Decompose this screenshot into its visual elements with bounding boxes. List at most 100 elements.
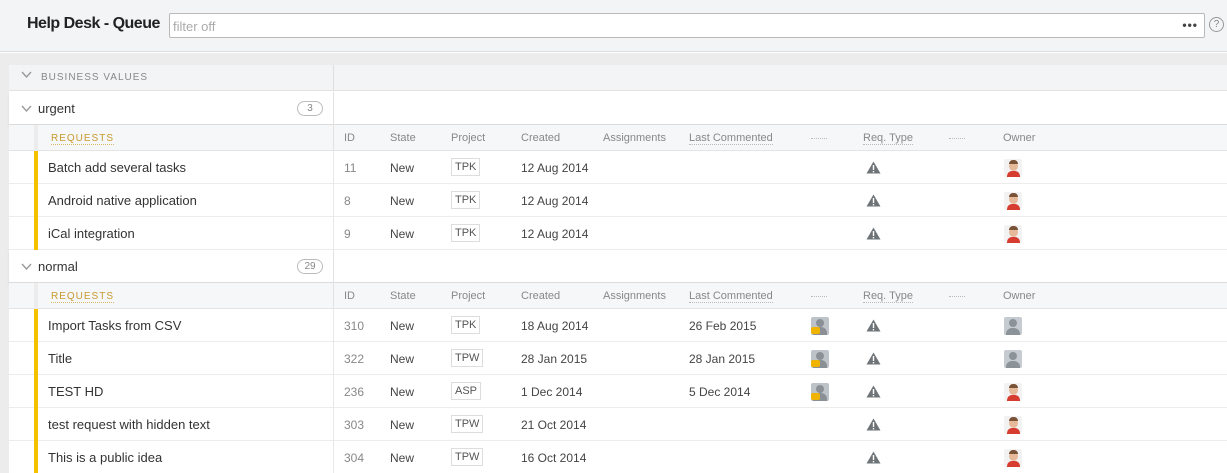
request-state[interactable]: New	[390, 352, 414, 366]
column-state[interactable]: State	[390, 132, 416, 144]
owner-avatar-icon[interactable]	[1004, 159, 1022, 177]
request-name-link[interactable]: iCal integration	[48, 226, 135, 241]
request-state[interactable]: New	[390, 385, 414, 399]
warning-icon[interactable]	[866, 319, 881, 337]
filter-input[interactable]	[173, 17, 1173, 35]
column-id[interactable]: ID	[344, 132, 355, 144]
column-owner[interactable]: Owner	[1003, 290, 1035, 302]
table-row[interactable]: Batch add several tasks 11 New TPK 12 Aug 20…	[9, 151, 1227, 184]
column-assignments[interactable]: Assignments	[603, 290, 666, 302]
warning-icon[interactable]	[866, 418, 881, 436]
request-id: 9	[344, 227, 351, 241]
column-id[interactable]: ID	[344, 290, 355, 302]
assigned-user-icon[interactable]	[811, 383, 829, 401]
column-spacer[interactable]	[811, 296, 827, 297]
request-name-link[interactable]: Batch add several tasks	[48, 160, 186, 175]
chevron-down-icon[interactable]	[21, 71, 32, 82]
column-owner[interactable]: Owner	[1003, 132, 1035, 144]
created-date: 12 Aug 2014	[521, 161, 589, 175]
project-badge[interactable]: TPW	[451, 448, 484, 466]
group-count-badge: 29	[297, 259, 323, 274]
request-name-link[interactable]: This is a public idea	[48, 450, 162, 465]
column-project[interactable]: Project	[451, 290, 485, 302]
request-name-link[interactable]: test request with hidden text	[48, 417, 210, 432]
request-state[interactable]: New	[390, 227, 414, 241]
last-commented-date: 26 Feb 2015	[689, 319, 757, 333]
owner-avatar-icon[interactable]	[1004, 416, 1022, 434]
request-id: 8	[344, 194, 351, 208]
chevron-down-icon[interactable]	[21, 263, 32, 274]
project-badge[interactable]: TPW	[451, 349, 484, 367]
column-created[interactable]: Created	[521, 290, 560, 302]
request-state[interactable]: New	[390, 319, 414, 333]
table-row[interactable]: TEST HD 236 New ASP 1 Dec 2014 5 Dec 2014	[9, 375, 1227, 408]
project-badge[interactable]: TPK	[451, 158, 481, 176]
column-requests[interactable]: REQUESTS	[51, 133, 115, 145]
request-state[interactable]: New	[390, 451, 414, 465]
column-header-row: REQUESTS ID State Project Created Assignments…	[9, 125, 1227, 151]
project-badge[interactable]: ASP	[451, 382, 482, 400]
request-id: 236	[344, 385, 365, 399]
table-row[interactable]: iCal integration 9 New TPK 12 Aug 2014	[9, 217, 1227, 250]
request-name-link[interactable]: Android native application	[48, 193, 197, 208]
project-badge[interactable]: TPW	[451, 415, 484, 433]
help-icon[interactable]: ?	[1209, 17, 1224, 32]
priority-bar	[34, 375, 38, 408]
owner-avatar-icon[interactable]	[1004, 317, 1022, 335]
assigned-user-icon[interactable]	[811, 317, 829, 335]
column-spacer[interactable]	[811, 138, 827, 139]
warning-icon[interactable]	[866, 227, 881, 245]
created-date: 16 Oct 2014	[521, 451, 587, 465]
column-state[interactable]: State	[390, 290, 416, 302]
request-name-link[interactable]: Title	[48, 351, 72, 366]
request-name-link[interactable]: TEST HD	[48, 384, 103, 399]
request-state[interactable]: New	[390, 161, 414, 175]
project-badge[interactable]: TPK	[451, 191, 481, 209]
column-spacer[interactable]	[949, 138, 965, 139]
column-req-type[interactable]: Req. Type	[863, 290, 913, 303]
column-last-commented[interactable]: Last Commented	[689, 290, 773, 303]
column-assignments[interactable]: Assignments	[603, 132, 666, 144]
owner-avatar-icon[interactable]	[1004, 350, 1022, 368]
group-header-normal[interactable]: normal 29	[9, 250, 1227, 283]
column-req-type[interactable]: Req. Type	[863, 132, 913, 145]
table-row[interactable]: Import Tasks from CSV 310 New TPK 18 Aug 201…	[9, 309, 1227, 342]
column-header-row: REQUESTS ID State Project Created Assignments…	[9, 283, 1227, 309]
assigned-user-icon[interactable]	[811, 350, 829, 368]
column-requests[interactable]: REQUESTS	[51, 291, 115, 303]
request-name-link[interactable]: Import Tasks from CSV	[48, 318, 181, 333]
more-options-icon[interactable]: •••	[1182, 18, 1198, 32]
owner-avatar-icon[interactable]	[1004, 449, 1022, 467]
last-commented-date: 28 Jan 2015	[689, 352, 756, 366]
warning-icon[interactable]	[866, 161, 881, 179]
owner-avatar-icon[interactable]	[1004, 192, 1022, 210]
table-row[interactable]: Android native application 8 New TPK 12 Aug …	[9, 184, 1227, 217]
column-spacer[interactable]	[949, 296, 965, 297]
page-title: Help Desk - Queue	[27, 15, 160, 32]
project-badge[interactable]: TPK	[451, 316, 481, 334]
column-project[interactable]: Project	[451, 132, 485, 144]
owner-avatar-icon[interactable]	[1004, 383, 1022, 401]
table-row[interactable]: test request with hidden text 303 New TPW 21…	[9, 408, 1227, 441]
chevron-down-icon[interactable]	[21, 105, 32, 116]
group-header-urgent[interactable]: urgent 3	[9, 92, 1227, 125]
created-date: 28 Jan 2015	[521, 352, 588, 366]
warning-icon[interactable]	[866, 194, 881, 212]
project-badge[interactable]: TPK	[451, 224, 481, 242]
table-row[interactable]: Title 322 New TPW 28 Jan 2015 28 Jan 2015	[9, 342, 1227, 375]
warning-icon[interactable]	[866, 451, 881, 469]
column-created[interactable]: Created	[521, 132, 560, 144]
priority-bar	[34, 151, 38, 184]
filter-box[interactable]: •••	[169, 13, 1205, 38]
request-state[interactable]: New	[390, 194, 414, 208]
left-gutter	[0, 65, 9, 473]
section-header[interactable]: BUSINESS VALUES	[9, 65, 1227, 91]
column-last-commented[interactable]: Last Commented	[689, 132, 773, 145]
owner-avatar-icon[interactable]	[1004, 225, 1022, 243]
warning-icon[interactable]	[866, 385, 881, 403]
created-date: 1 Dec 2014	[521, 385, 583, 399]
warning-icon[interactable]	[866, 352, 881, 370]
table-row[interactable]: This is a public idea 304 New TPW 16 Oct 201…	[9, 441, 1227, 473]
request-id: 310	[344, 319, 365, 333]
request-state[interactable]: New	[390, 418, 414, 432]
